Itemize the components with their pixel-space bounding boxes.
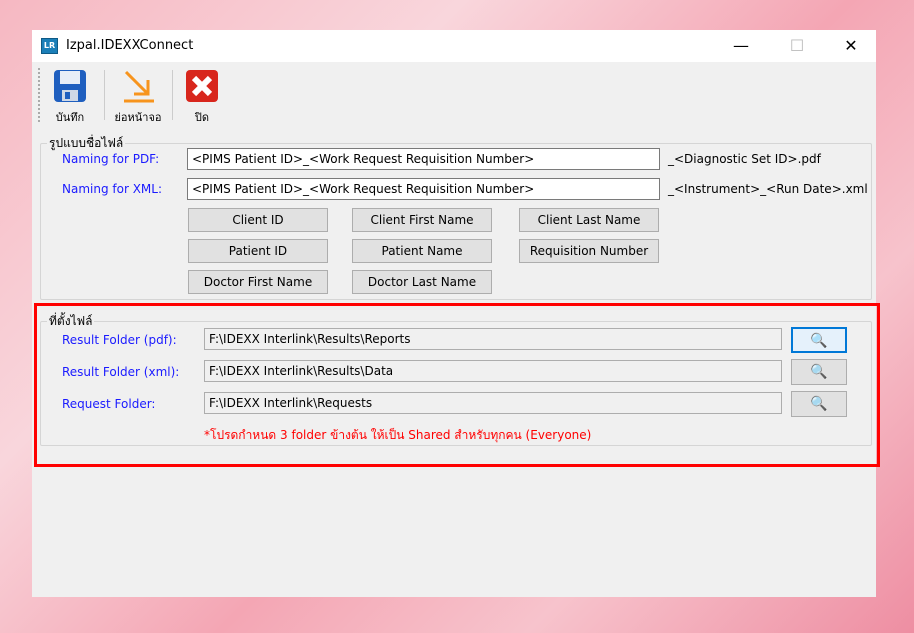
client-id-button[interactable]: Client ID [188,208,328,232]
pdf-naming-input[interactable]: <PIMS Patient ID>_<Work Request Requisit… [187,148,660,170]
toolbar-separator [172,70,173,120]
app-window: LR Izpal.IDEXXConnect — ☐ ✕ บันทึก ย่อหน… [32,30,880,597]
minimize-screen-label: ย่อหน้าจอ [114,111,162,124]
requisition-number-button[interactable]: Requisition Number [519,239,659,263]
window-title: Izpal.IDEXXConnect [66,38,194,53]
client-first-name-button[interactable]: Client First Name [352,208,492,232]
patient-name-button[interactable]: Patient Name [352,239,492,263]
close-button[interactable]: ปิด [180,64,224,126]
xml-suffix: _<Instrument>_<Run Date>.xml [668,182,868,196]
floppy-disk-icon [52,68,88,104]
minimize-screen-button[interactable]: ย่อหน้าจอ [108,64,168,126]
toolbar: บันทึก ย่อหน้าจอ ปิด [32,64,876,124]
red-x-icon [184,68,220,104]
title-bar: LR Izpal.IDEXXConnect — ☐ ✕ [32,30,876,62]
xml-naming-input[interactable]: <PIMS Patient ID>_<Work Request Requisit… [187,178,660,200]
toolbar-separator [104,70,105,120]
naming-legend: รูปแบบชื่อไฟล์ [49,136,124,150]
close-window-button[interactable]: ✕ [828,34,874,58]
arrow-down-right-icon [120,68,156,104]
close-label: ปิด [194,111,210,124]
maximize-button[interactable]: ☐ [774,34,820,58]
minimize-button[interactable]: — [718,34,764,58]
save-button[interactable]: บันทึก [46,64,94,126]
pdf-naming-label: Naming for PDF: [62,152,160,166]
doctor-last-name-button[interactable]: Doctor Last Name [352,270,492,294]
xml-naming-label: Naming for XML: [62,182,163,196]
client-last-name-button[interactable]: Client Last Name [519,208,659,232]
pdf-suffix: _<Diagnostic Set ID>.pdf [668,152,821,166]
patient-id-button[interactable]: Patient ID [188,239,328,263]
save-label: บันทึก [55,111,85,124]
highlight-box [34,303,880,467]
doctor-first-name-button[interactable]: Doctor First Name [188,270,328,294]
toolbar-grip[interactable] [38,68,40,122]
app-icon: LR [41,38,58,54]
